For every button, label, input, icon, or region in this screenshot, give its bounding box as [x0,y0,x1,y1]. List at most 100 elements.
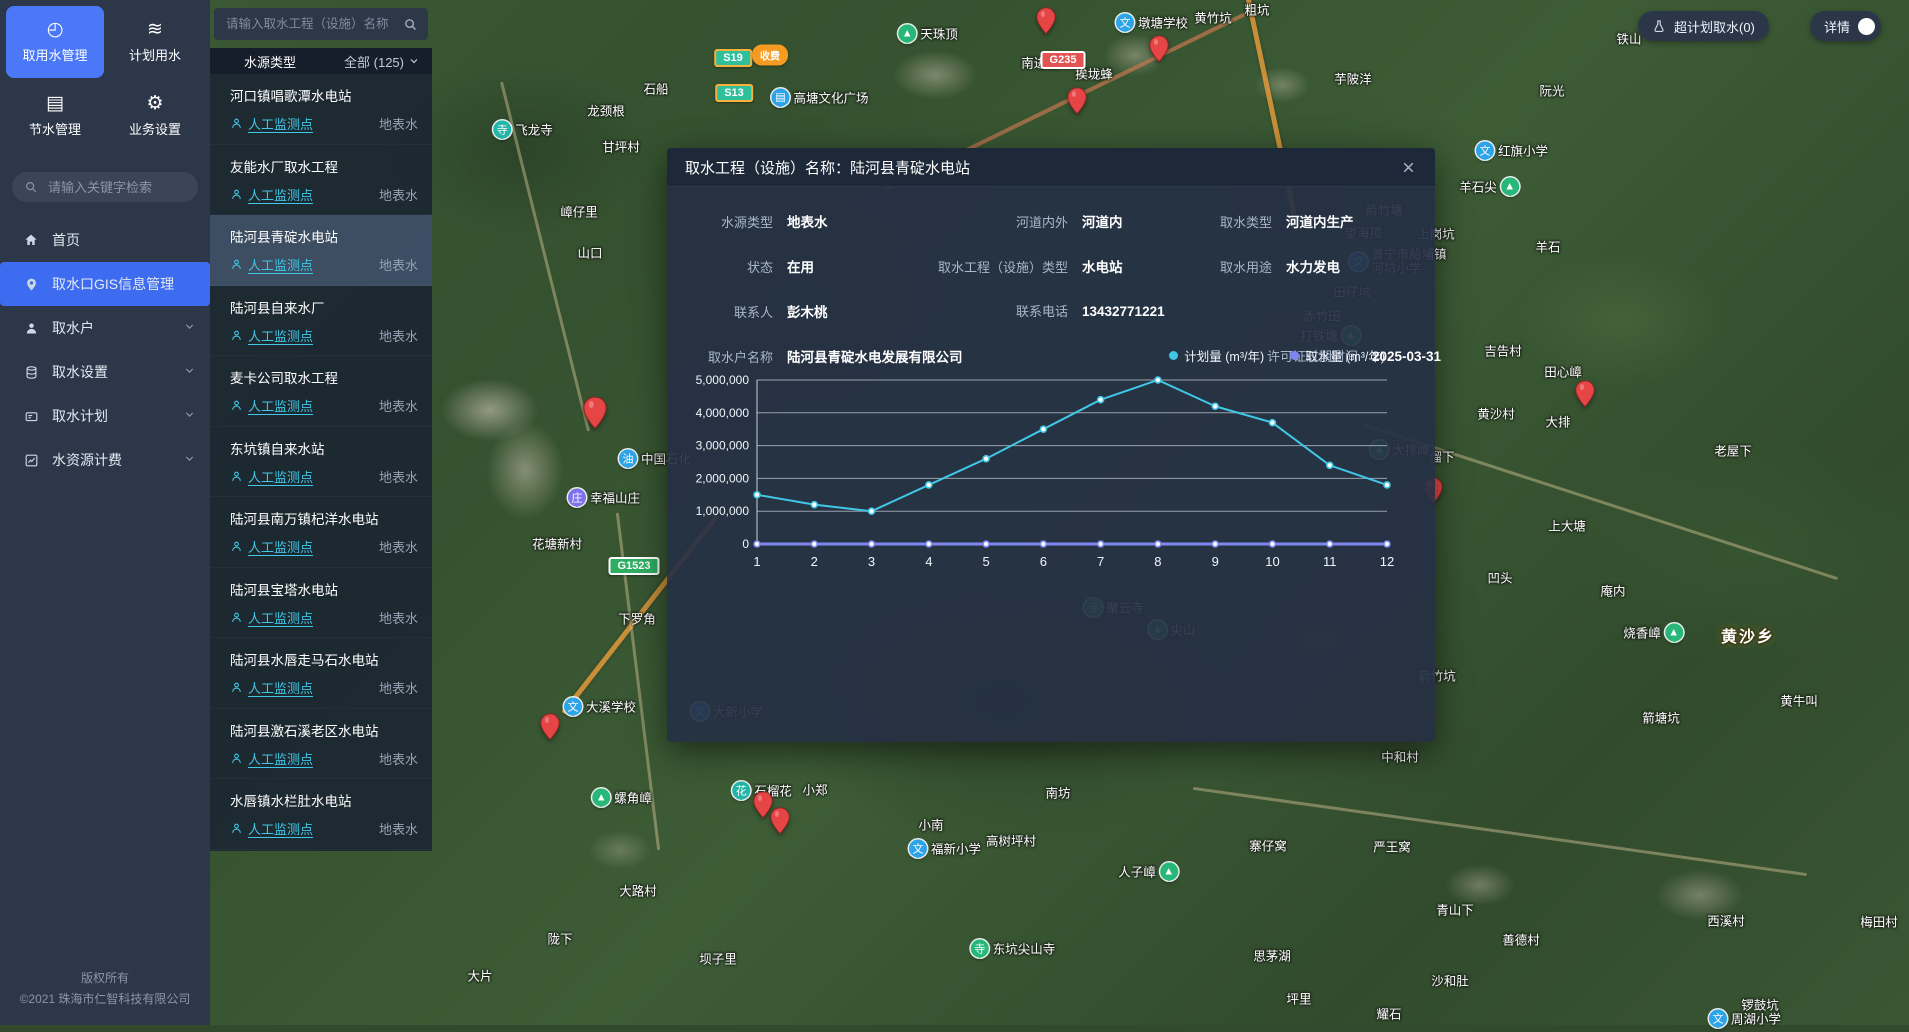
map-marker-pin[interactable] [582,396,608,435]
map-label-text: 青山下 [1436,900,1474,919]
station-list-item[interactable]: 东坑镇自来水站 人工监测点 地表水 [210,427,432,498]
sidebar-item-1[interactable]: 首页 [0,218,210,262]
station-name: 陆河县青碇水电站 [230,226,418,246]
map-poi-icon[interactable]: 花 [732,781,750,799]
sidebar-item-label: 取水户 [52,318,94,338]
map-poi-icon[interactable]: 油 [619,449,637,467]
station-list-item[interactable]: 麦卡公司取水工程 人工监测点 地表水 [210,356,432,427]
map-label-text: 南坊 [1045,783,1070,802]
sidebar-item-5[interactable]: 取水计划 [0,394,210,438]
map-marker-pin[interactable] [1067,87,1088,120]
station-list-item[interactable]: 友能水厂取水工程 人工监测点 地表水 [210,145,432,216]
field-value: 河道内 [1082,211,1123,231]
map-label: 阮光 [1539,81,1564,100]
search-icon[interactable] [403,17,418,32]
module-3[interactable]: ▤ 节水管理 [6,80,104,152]
map-label: 大路村 [619,881,657,900]
map-label: ▲螺角嶂 [592,788,652,807]
map-label: 寺东坑尖山寺 [971,939,1056,958]
map-marker-pin[interactable] [1149,35,1170,68]
monitor-type[interactable]: 人工监测点 [248,467,313,486]
monitor-type[interactable]: 人工监测点 [248,749,313,768]
station-list-item[interactable]: 河口镇唱歌潭水电站 人工监测点 地表水 [210,74,432,145]
map-poi-icon[interactable]: ▲ [592,788,610,806]
map-label: 文墩塘学校 [1116,13,1188,32]
monitor-type[interactable]: 人工监测点 [248,819,313,838]
sidebar-item-3[interactable]: 取水户 [0,306,210,350]
station-list-item[interactable]: 陆河县青碇水电站 人工监测点 地表水 [210,215,432,286]
monitor-type[interactable]: 人工监测点 [248,678,313,697]
module-1[interactable]: ◴ 取用水管理 [6,6,104,78]
monitor-type[interactable]: 人工监测点 [248,185,313,204]
map-poi-icon[interactable]: ▲ [1160,862,1178,880]
station-search[interactable] [214,8,428,40]
monitor-type[interactable]: 人工监测点 [248,114,313,133]
map-label-text: 高塘文化广场 [793,88,868,107]
map-poi-icon[interactable]: 庄 [568,488,586,506]
sidebar-search-input[interactable] [46,179,186,196]
monitor-type[interactable]: 人工监测点 [248,608,313,627]
map-label: 黄沙乡 [1721,623,1775,647]
water-source-type: 地表水 [379,608,418,627]
map-label-text: 羊石 [1535,237,1560,256]
map-label: 陇下 [547,929,572,948]
over-plan-intake-button[interactable]: 超计划取水(0) [1638,11,1769,41]
road-badge: 收费 [752,45,788,66]
copyright: 版权所有 ©2021 珠海市仁智科技有限公司 [0,956,210,1025]
sidebar-item-2[interactable]: 取水口GIS信息管理 [0,262,210,306]
svg-text:1,000,000: 1,000,000 [696,504,750,518]
map-poi-icon[interactable]: ▤ [771,88,789,106]
map-poi-icon[interactable]: 文 [564,697,582,715]
map-marker-pin[interactable] [1575,380,1596,413]
sidebar-menu: 首页 取水口GIS信息管理 取水户 取水设置 取水计划 水资源计费 [0,218,210,956]
water-source-type: 地表水 [379,255,418,274]
map-poi-icon[interactable]: 文 [1476,141,1494,159]
sidebar-item-4[interactable]: 取水设置 [0,350,210,394]
map-poi-icon[interactable]: ▲ [1501,177,1519,195]
map-marker-pin[interactable] [540,713,561,746]
copyright-line2: ©2021 珠海市仁智科技有限公司 [0,989,210,1009]
map-poi-icon[interactable]: ▲ [898,24,916,42]
legend-item[interactable]: 取水量 (m³/年) [1290,346,1385,365]
station-search-input[interactable] [224,16,397,32]
map-label-text: 大片 [467,966,492,985]
sidebar-item-6[interactable]: 水资源计费 [0,438,210,482]
station-list-item[interactable]: 陆河县激石溪老区水电站 人工监测点 地表水 [210,709,432,780]
map-poi-icon[interactable]: 文 [1116,13,1134,31]
map-marker-pin[interactable] [1036,7,1057,40]
svg-text:10: 10 [1265,554,1279,569]
water-source-filter[interactable]: 水源类型 全部 (125) [210,48,432,74]
map-label-text: 凹头 [1487,568,1512,587]
map-poi-icon[interactable]: ▲ [1665,623,1683,641]
station-list-item[interactable]: 陆河县宝塔水电站 人工监测点 地表水 [210,568,432,639]
detail-toggle[interactable]: 详情 [1810,11,1881,41]
module-2[interactable]: ≋ 计划用水 [106,6,204,78]
pin-icon [22,277,40,292]
module-4[interactable]: ⚙ 业务设置 [106,80,204,152]
station-list-item[interactable]: 陆河县水唇走马石水电站 人工监测点 地表水 [210,638,432,709]
over-plan-intake-label: 超计划取水(0) [1674,17,1755,36]
map-poi-icon[interactable]: 寺 [971,939,989,957]
toggle-knob[interactable] [1858,18,1875,35]
map-poi-icon[interactable]: 文 [1709,1009,1727,1027]
map-poi-icon[interactable]: 文 [909,839,927,857]
detail-field: 联系电话 13432771221 [918,301,1208,321]
station-list-item[interactable]: 陆河县自来水厂 人工监测点 地表水 [210,286,432,357]
close-icon[interactable] [1400,159,1417,176]
map-poi-icon[interactable]: 寺 [493,120,511,138]
monitor-type[interactable]: 人工监测点 [248,326,313,345]
map-label: 坝子里 [699,949,737,968]
monitor-type[interactable]: 人工监测点 [248,396,313,415]
person-icon [22,321,40,336]
map-label-text: 高树坪村 [986,831,1036,850]
legend-item[interactable]: 计划量 (m³/年) [1169,346,1264,365]
map-marker-pin[interactable] [770,807,791,840]
sidebar-search[interactable] [12,172,198,202]
station-list-item[interactable]: 陆河县南万镇杞洋水电站 人工监测点 地表水 [210,497,432,568]
detail-field: 联系人 彭木桃 [693,301,918,321]
monitor-type[interactable]: 人工监测点 [248,537,313,556]
map-label: 梅田村 [1860,912,1898,931]
station-list-item[interactable]: 水唇镇水栏肚水电站 人工监测点 地表水 [210,779,432,850]
map-label-text: 寨仔窝 [1249,836,1287,855]
monitor-type[interactable]: 人工监测点 [248,255,313,274]
